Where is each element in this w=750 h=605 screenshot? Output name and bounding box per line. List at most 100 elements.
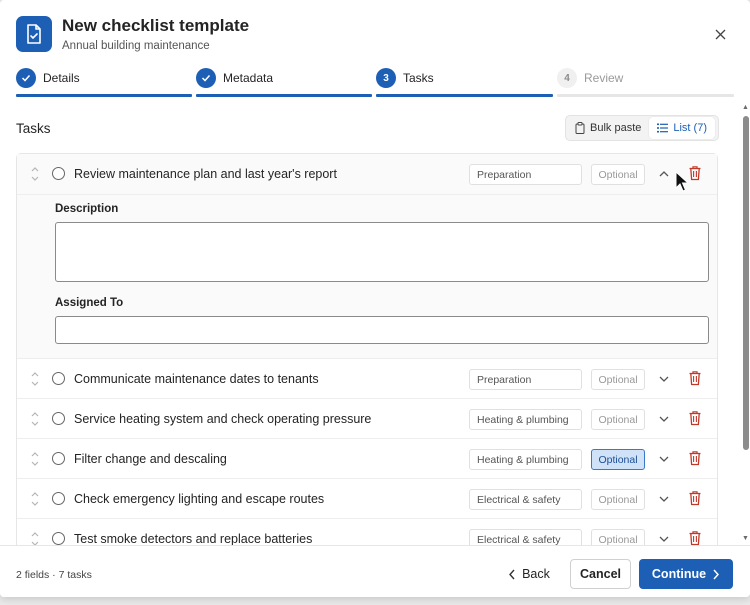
back-label: Back <box>522 567 550 581</box>
task-category-select[interactable]: Preparation <box>469 369 582 390</box>
clipboard-icon <box>575 122 585 134</box>
drag-handle-icon[interactable] <box>30 409 40 429</box>
task-complete-radio[interactable] <box>52 532 65 545</box>
trash-icon[interactable] <box>688 370 702 386</box>
task-title: Filter change and descaling <box>74 452 227 466</box>
chevron-left-icon <box>509 569 515 579</box>
close-button[interactable] <box>710 24 730 44</box>
task-category-select[interactable]: Preparation <box>469 164 582 185</box>
chevron-down-icon[interactable] <box>657 372 671 386</box>
task-row: Check emergency lighting and escape rout… <box>17 478 717 518</box>
step-label: Metadata <box>223 71 274 85</box>
step-progress-bar <box>557 94 734 97</box>
assigned-to-input[interactable] <box>55 316 709 344</box>
step-label: Review <box>584 71 624 85</box>
step-label: Details <box>43 71 80 85</box>
chevron-down-icon[interactable] <box>657 452 671 466</box>
scroll-up-icon[interactable]: ▲ <box>741 104 750 112</box>
step-progress-bar <box>376 94 553 97</box>
list-view-button[interactable]: List (7) <box>649 117 715 139</box>
step-progress-bar <box>196 94 372 97</box>
chevron-down-icon[interactable] <box>657 412 671 426</box>
task-complete-radio[interactable] <box>52 412 65 425</box>
drag-handle-icon[interactable] <box>30 489 40 509</box>
step-number: 3 <box>376 68 396 88</box>
dialog-title: New checklist template <box>62 16 250 35</box>
check-icon <box>196 68 216 88</box>
chevron-down-icon[interactable] <box>657 492 671 506</box>
drag-handle-icon[interactable] <box>30 164 40 184</box>
task-list-viewport: Review maintenance plan and last year's … <box>16 153 718 545</box>
task-category-select[interactable]: Electrical & safety <box>469 489 582 510</box>
close-icon <box>715 29 725 39</box>
task-list: Review maintenance plan and last year's … <box>16 153 718 545</box>
task-row: Service heating system and check operati… <box>17 398 717 438</box>
task-category-select[interactable]: Heating & plumbing <box>469 449 582 470</box>
task-title: Communicate maintenance dates to tenants <box>74 372 319 386</box>
task-title: Check emergency lighting and escape rout… <box>74 492 325 506</box>
tasks-heading: Tasks <box>16 121 51 136</box>
bulk-paste-label: Bulk paste <box>590 122 642 134</box>
trash-icon[interactable] <box>688 410 702 426</box>
optional-toggle[interactable]: Optional <box>591 489 645 510</box>
dialog-footer: 2 fields · 7 tasks Back Cancel Continue <box>0 545 750 597</box>
continue-label: Continue <box>651 567 707 581</box>
chevron-right-icon <box>713 569 720 579</box>
task-row: Test smoke detectors and replace batteri… <box>17 518 717 545</box>
scroll-thumb[interactable] <box>743 116 749 450</box>
task-title: Review maintenance plan and last year's … <box>74 167 337 181</box>
trash-icon[interactable] <box>688 490 702 506</box>
trash-icon[interactable] <box>688 165 702 181</box>
task-row: Communicate maintenance dates to tenants… <box>17 358 717 398</box>
step-number: 4 <box>557 68 577 88</box>
trash-icon[interactable] <box>688 530 702 545</box>
cancel-button[interactable]: Cancel <box>570 559 631 589</box>
wizard-stepper: Details Metadata 3 Tasks 4 Review <box>16 66 734 98</box>
drag-handle-icon[interactable] <box>30 369 40 389</box>
bulk-paste-button[interactable]: Bulk paste <box>567 117 649 139</box>
dialog-subtitle: Annual building maintenance <box>62 40 210 52</box>
optional-toggle[interactable]: Optional <box>591 529 645 545</box>
assigned-to-label: Assigned To <box>55 297 124 309</box>
task-complete-radio[interactable] <box>52 452 65 465</box>
drag-handle-icon[interactable] <box>30 529 40 545</box>
scrollbar[interactable]: ▲ ▼ <box>741 104 750 544</box>
check-icon <box>16 68 36 88</box>
task-complete-radio[interactable] <box>52 492 65 505</box>
task-title: Service heating system and check operati… <box>74 412 372 426</box>
trash-icon[interactable] <box>688 450 702 466</box>
step-metadata[interactable]: Metadata <box>196 66 372 98</box>
task-row: Review maintenance plan and last year's … <box>17 154 717 194</box>
chevron-down-icon[interactable] <box>657 532 671 545</box>
view-toggle: Bulk paste List (7) <box>565 115 719 141</box>
step-review[interactable]: 4 Review <box>557 66 734 98</box>
optional-toggle[interactable]: Optional <box>591 369 645 390</box>
task-details-panel: Description Assigned To <box>17 194 717 358</box>
chevron-up-icon[interactable] <box>657 167 671 181</box>
list-view-label: List (7) <box>673 122 707 134</box>
task-complete-radio[interactable] <box>52 372 65 385</box>
step-details[interactable]: Details <box>16 66 192 98</box>
optional-toggle[interactable]: Optional <box>591 164 645 185</box>
step-label: Tasks <box>403 71 434 85</box>
description-label: Description <box>55 203 119 215</box>
optional-toggle[interactable]: Optional <box>591 449 645 470</box>
cancel-label: Cancel <box>580 567 621 581</box>
document-checklist-icon <box>16 16 52 52</box>
task-title: Test smoke detectors and replace batteri… <box>74 532 313 545</box>
summary-status: 2 fields · 7 tasks <box>16 569 92 581</box>
task-category-select[interactable]: Heating & plumbing <box>469 409 582 430</box>
scroll-down-icon[interactable]: ▼ <box>741 535 750 543</box>
step-progress-bar <box>16 94 192 97</box>
task-row: Filter change and descaling Heating & pl… <box>17 438 717 478</box>
task-category-select[interactable]: Electrical & safety <box>469 529 582 545</box>
step-tasks[interactable]: 3 Tasks <box>376 66 553 98</box>
optional-toggle[interactable]: Optional <box>591 409 645 430</box>
back-button[interactable]: Back <box>497 559 561 589</box>
drag-handle-icon[interactable] <box>30 449 40 469</box>
task-complete-radio[interactable] <box>52 167 65 180</box>
continue-button[interactable]: Continue <box>639 559 733 589</box>
description-textarea[interactable] <box>55 222 709 282</box>
checklist-template-dialog: New checklist template Annual building m… <box>0 0 750 597</box>
list-icon <box>657 123 669 133</box>
